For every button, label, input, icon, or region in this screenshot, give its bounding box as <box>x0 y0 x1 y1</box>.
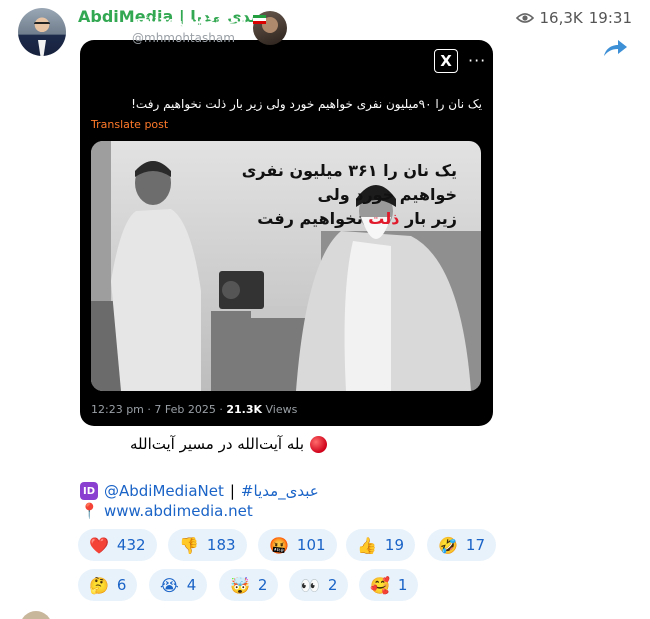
reaction-count: 19 <box>384 536 405 554</box>
message-time: 19:31 <box>588 9 632 27</box>
mind-blown-icon: 🤯 <box>230 575 250 595</box>
overlay-line-1: یک نان را ۳۶۱ میلیون نفری <box>241 161 457 180</box>
angry-face-icon: 🤬 <box>269 535 289 555</box>
thumbs-down-icon: 👎 <box>179 535 199 555</box>
reaction-count: 432 <box>116 536 146 554</box>
reaction-count: 1 <box>397 576 408 594</box>
thumbs-up-icon: 👍 <box>357 535 377 555</box>
tweet-author-handle[interactable]: @mhmohtasham <box>132 31 235 45</box>
more-dots-icon[interactable]: ··· <box>468 51 486 70</box>
next-message-avatar[interactable] <box>20 611 52 619</box>
thinking-face-icon: 🤔 <box>89 575 109 595</box>
reaction-count: 6 <box>116 576 127 594</box>
eye-icon <box>515 13 534 23</box>
smiling-hearts-icon: 🥰 <box>370 575 390 595</box>
social-links-row: ID @AbdiMediaNet | #عبدی_مدیا <box>80 481 319 501</box>
message-meta: 16,3K 19:31 <box>515 9 632 27</box>
overlay-highlight: ذلت <box>368 209 400 228</box>
forward-arrow-icon[interactable] <box>600 36 630 60</box>
rofl-icon: 🤣 <box>438 535 458 555</box>
reaction-angry[interactable]: 🤬 101 <box>258 529 337 561</box>
reaction-mind-blown[interactable]: 🤯 2 <box>219 569 279 601</box>
reaction-thumbs-up[interactable]: 👍 19 <box>346 529 416 561</box>
translate-post-link[interactable]: Translate post <box>91 118 168 131</box>
overlay-line-3-suffix: نخواهیم رفت <box>257 209 369 228</box>
reaction-eyes[interactable]: 👀 2 <box>289 569 349 601</box>
channel-avatar[interactable] <box>18 8 66 56</box>
website-row: 📍 www.abdimedia.net <box>80 501 319 521</box>
tweet-views-label: Views <box>262 403 298 416</box>
author-name-text: محمدحسین محتشم <box>132 12 247 26</box>
reaction-thinking[interactable]: 🤔 6 <box>78 569 138 601</box>
tweet-footer: 12:23 pm · 7 Feb 2025 · 21.3K Views <box>91 403 297 416</box>
overlay-line-2: خواهیم خورد ولی <box>317 185 457 204</box>
telegram-handle-link[interactable]: @AbdiMediaNet <box>104 482 224 500</box>
tweet-author-name[interactable]: محمدحسین محتشم <box>132 12 266 26</box>
reaction-count: 2 <box>257 576 268 594</box>
tweet-date: 12:23 pm · 7 Feb 2025 · <box>91 403 227 416</box>
avatar-glasses <box>34 22 50 26</box>
tweet-text: یک نان را ۹۰میلیون نفری خواهیم خورد ولی … <box>131 97 482 111</box>
reaction-crying[interactable]: 😭 4 <box>149 569 208 601</box>
hashtag-link[interactable]: #عبدی_مدیا <box>241 482 319 500</box>
photo-overlay-text: یک نان را ۳۶۱ میلیون نفری خواهیم خورد ول… <box>237 159 457 231</box>
reaction-count: 183 <box>206 536 236 554</box>
message-links: ID @AbdiMediaNet | #عبدی_مدیا 📍 www.abdi… <box>80 481 319 521</box>
x-logo-icon[interactable]: X <box>434 49 458 73</box>
overlay-line-3: زیر بار ذلت نخواهیم رفت <box>237 207 457 231</box>
caption-text: بله آیت‌الله در مسیر آیت‌الله <box>130 435 305 453</box>
pin-icon: 📍 <box>80 502 99 520</box>
avatar-shirt <box>38 40 46 56</box>
reaction-laughing[interactable]: 🤣 17 <box>427 529 497 561</box>
links-separator: | <box>229 482 235 500</box>
reaction-count: 2 <box>327 576 338 594</box>
reaction-count: 101 <box>296 536 326 554</box>
tweet-views-count: 21.3K <box>226 403 263 416</box>
crying-face-icon: 😭 <box>160 575 179 595</box>
overlay-line-3-prefix: زیر بار <box>399 209 457 228</box>
website-link[interactable]: www.abdimedia.net <box>104 502 253 520</box>
id-badge-icon: ID <box>80 482 98 500</box>
reaction-thumbs-down[interactable]: 👎 183 <box>168 529 247 561</box>
message-caption: بله آیت‌الله در مسیر آیت‌الله <box>130 435 328 453</box>
reaction-smiling-hearts[interactable]: 🥰 1 <box>359 569 419 601</box>
eyes-icon: 👀 <box>300 575 320 595</box>
heart-icon: ❤️ <box>89 535 109 555</box>
tweet-photo[interactable]: یک نان را ۳۶۱ میلیون نفری خواهیم خورد ول… <box>91 141 481 391</box>
iran-flag-icon <box>252 15 266 24</box>
red-circle-icon <box>310 435 328 453</box>
view-count: 16,3K <box>539 9 583 27</box>
reaction-count: 4 <box>186 576 197 594</box>
reaction-heart[interactable]: ❤️ 432 <box>78 529 157 561</box>
reaction-count: 17 <box>465 536 486 554</box>
